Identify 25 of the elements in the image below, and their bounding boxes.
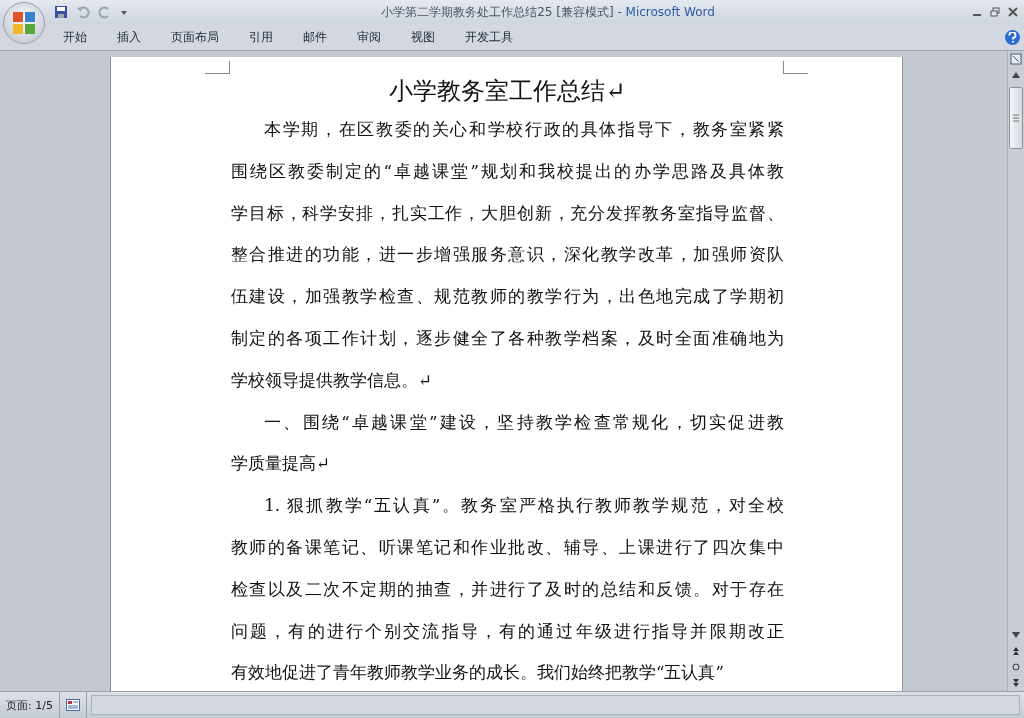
paragraph: 1. 狠抓教学“五认真”。教务室严格执行教师教学规范，对全校 教师的备课笔记、听课笔记和作业批改、辅导、上课进行了四次集中 检查以及二次不定期的抽查，并进行了及时的总结和反馈。对于存在 问题，有的进行个别交流指导，有的通过年级进行指导并限期改正 有效地促进了青年教师教学业务的成长。我们始终把教学“五认真” xyxy=(231,495,784,685)
ribbon-tab[interactable]: 审阅 xyxy=(342,26,396,48)
office-logo-icon xyxy=(12,11,36,35)
help-icon[interactable] xyxy=(1005,29,1020,45)
ribbon-tab[interactable]: 插入 xyxy=(102,26,156,48)
ruler-toggle-icon[interactable] xyxy=(1009,51,1023,67)
paragraph: 本学期，在区教委的关心和学校行政的具体指导下，教务室紧紧 围绕区教委制定的“卓越课堂”规划和我校提出的办学思路及具体教 学目标，科学安排，扎实工作，大胆创新，充分发挥教务室指导监督、 整合推进的功能，进一步增强服务意识，深化教学改革，加强师资队 伍建设，加强教学检查、规范教师的教学行为，出色地完成了学期初 制定的各项工作计划，逐步健全了各种教学档案，及时全面准确地为 学校领导提供教学信息。↵ xyxy=(231,119,784,392)
window-title: 小学第二学期教务处工作总结25 [兼容模式] - Microsoft Word xyxy=(380,3,716,21)
ribbon-tab[interactable]: 开始 xyxy=(48,26,102,48)
restore-icon[interactable] xyxy=(990,7,1000,17)
paragraph: 一、围绕“卓越课堂”建设，坚持教学检查常规化，切实促进教 学质量提高↵ xyxy=(231,411,784,476)
document-title: 小学教务室工作总结↵ xyxy=(388,76,627,107)
ribbon-tab[interactable]: 页面布局 xyxy=(156,26,234,48)
close-icon[interactable] xyxy=(1008,7,1018,17)
office-button[interactable] xyxy=(3,2,45,44)
margin-corner-mark xyxy=(205,61,230,74)
save-icon[interactable] xyxy=(54,5,68,19)
ribbon-tab[interactable]: 邮件 xyxy=(288,26,342,48)
ribbon-tab[interactable]: 开发工具 xyxy=(450,26,528,48)
ribbon-tab[interactable]: 引用 xyxy=(234,26,288,48)
margin-corner-mark xyxy=(783,61,808,74)
customize-caret-icon[interactable] xyxy=(120,8,128,16)
ribbon-tab[interactable]: 视图 xyxy=(396,26,450,48)
scroll-thumb[interactable] xyxy=(1009,87,1023,149)
page-count: 页面: 1/5 xyxy=(0,692,60,718)
